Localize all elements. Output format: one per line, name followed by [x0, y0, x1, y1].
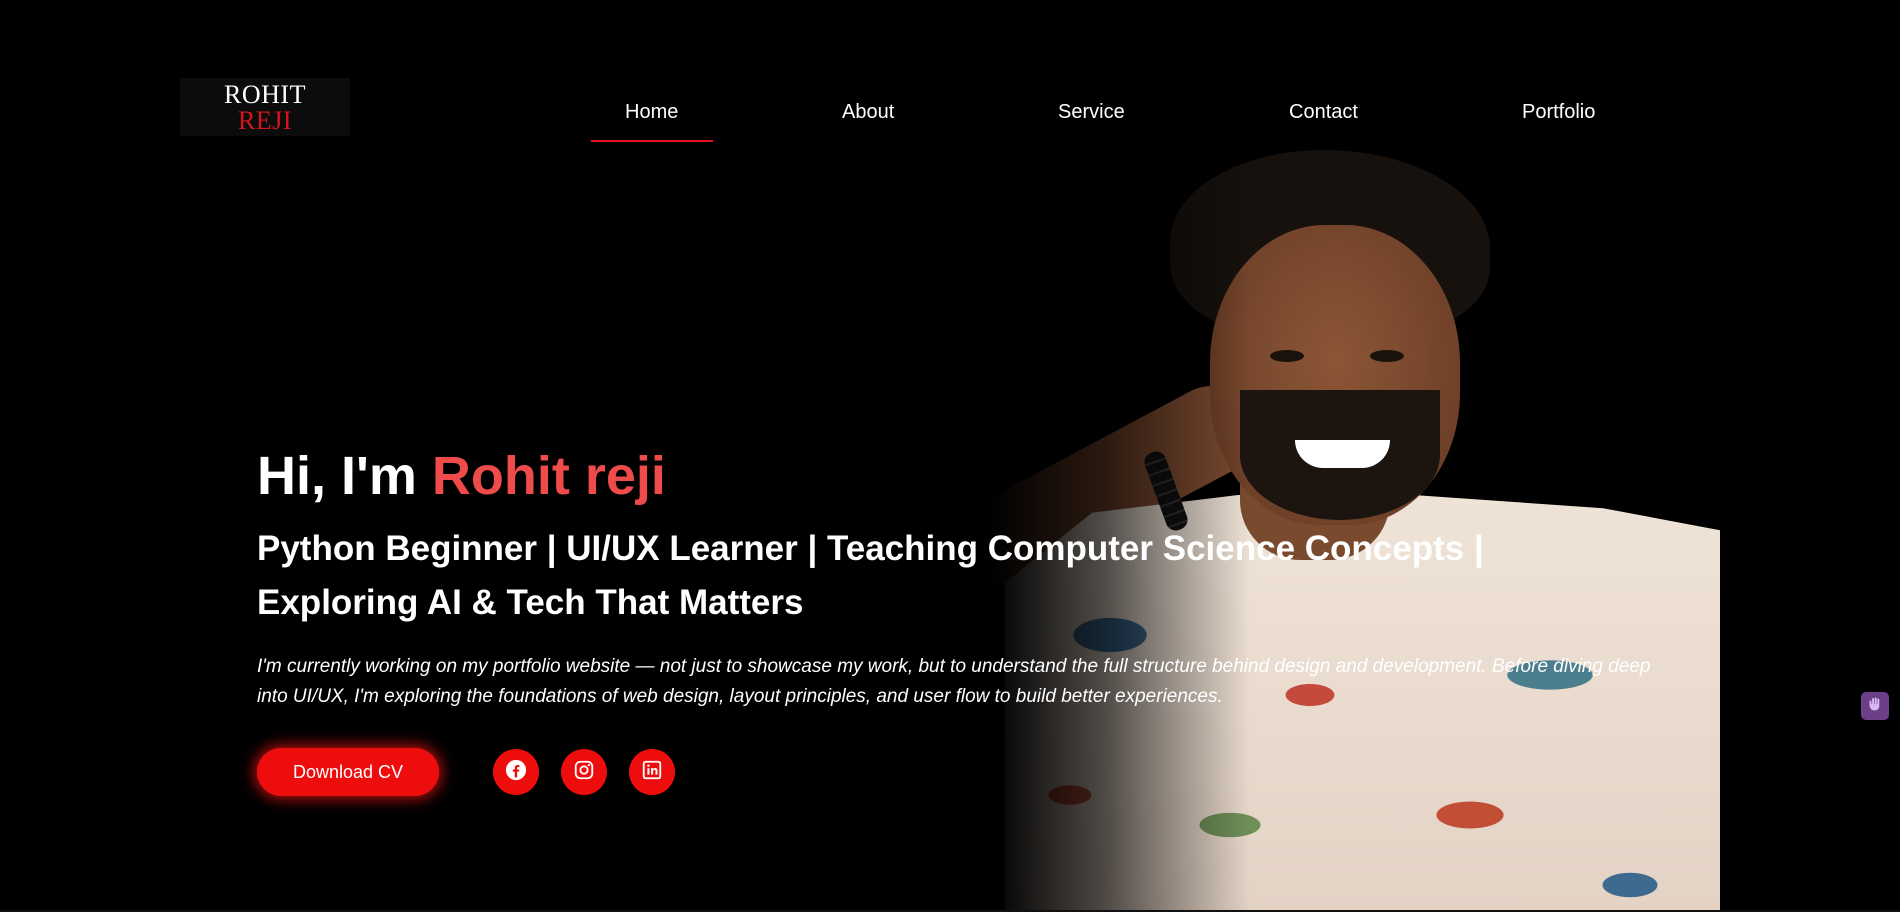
nav-item-about[interactable]: About	[842, 98, 894, 126]
hand-icon	[1867, 696, 1883, 717]
nav-item-contact[interactable]: Contact	[1289, 98, 1358, 126]
greeting-prefix: Hi, I'm	[257, 446, 417, 506]
portfolio-page: ROHIT REJI Home About Service Contact Po…	[0, 0, 1900, 912]
linkedin-link[interactable]	[629, 749, 675, 795]
hero-description: I'm currently working on my portfolio we…	[257, 656, 1651, 707]
hero-subtitle: Python Beginner | UI/UX Learner | Teachi…	[257, 529, 1484, 622]
hero-actions: Download CV	[257, 748, 757, 796]
facebook-link[interactable]	[493, 749, 539, 795]
floating-widget-button[interactable]	[1861, 692, 1889, 720]
main-nav: Home About Service Contact Portfolio	[0, 98, 1900, 144]
download-cv-button[interactable]: Download CV	[257, 748, 439, 796]
instagram-icon	[573, 759, 595, 786]
instagram-link[interactable]	[561, 749, 607, 795]
portrait-left-eye	[1270, 350, 1304, 362]
hero-content: Hi, I'm Rohit reji Python Beginner | UI/…	[257, 440, 1707, 712]
portrait-right-eye	[1370, 350, 1404, 362]
nav-item-portfolio[interactable]: Portfolio	[1522, 98, 1595, 126]
hero-greeting: Hi, I'm Rohit reji	[257, 440, 1707, 512]
nav-item-service[interactable]: Service	[1058, 98, 1125, 126]
active-nav-underline	[591, 140, 713, 142]
hero-name: Rohit reji	[431, 446, 666, 506]
nav-item-home[interactable]: Home	[625, 98, 678, 126]
linkedin-icon	[641, 759, 663, 786]
facebook-icon	[505, 759, 527, 786]
